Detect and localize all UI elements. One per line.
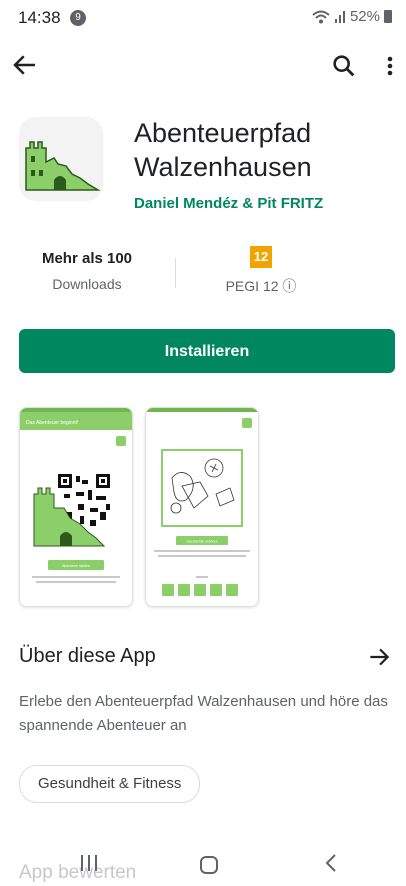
arrow-right-icon[interactable]: [366, 644, 392, 670]
arrow-left-icon[interactable]: [10, 50, 40, 80]
status-time: 14:38: [18, 8, 61, 27]
app-icon: [20, 118, 102, 200]
signal-icon: [334, 11, 345, 23]
status-indicators: 52%: [312, 8, 392, 25]
downloads-label: Downloads: [52, 276, 122, 292]
app-title: Abenteuerpfad Walzenhausen: [134, 118, 312, 182]
wifi-icon: [312, 10, 330, 23]
install-button[interactable]: Installieren: [19, 329, 395, 373]
about-title[interactable]: Über diese App: [19, 645, 156, 668]
category-chip[interactable]: Gesundheit & Fitness: [19, 765, 201, 803]
home-icon[interactable]: [199, 855, 219, 875]
screenshot-1-button-text: Abenteuer starten: [62, 564, 90, 568]
about-description: Erlebe den Abenteuerpfad Walzenhausen un…: [19, 693, 388, 734]
pegi-badge: 12: [250, 246, 272, 268]
screenshot-1-image: Das Abenteuer beginnt! Abenteuer starten: [20, 408, 132, 583]
developer-link[interactable]: Daniel Mendéz & Pit FRITZ: [134, 195, 323, 212]
notification-badge: 9: [70, 10, 86, 26]
recent-apps-icon[interactable]: [78, 852, 100, 874]
screenshot-2-button-text: Geschichte anhören: [186, 540, 217, 544]
nav-back-icon[interactable]: [321, 852, 341, 874]
screenshot-2-image: Geschichte anhören: [146, 408, 258, 596]
content-rating-label[interactable]: PEGI 12 ⓘ: [200, 276, 322, 296]
battery-percent: 52%: [349, 8, 380, 25]
screenshot-1[interactable]: Das Abenteuer beginnt! Abenteuer starten: [19, 407, 133, 607]
screenshot-1-header-text: Das Abenteuer beginnt!: [26, 420, 78, 426]
castle-ruin-icon: [25, 141, 101, 191]
battery-icon: [384, 10, 392, 23]
downloads-value: Mehr als 100: [41, 250, 133, 267]
stats-divider: [175, 258, 176, 288]
screenshot-2[interactable]: Geschichte anhören: [145, 407, 259, 607]
search-icon[interactable]: [330, 52, 358, 80]
more-vert-icon[interactable]: [380, 52, 400, 80]
